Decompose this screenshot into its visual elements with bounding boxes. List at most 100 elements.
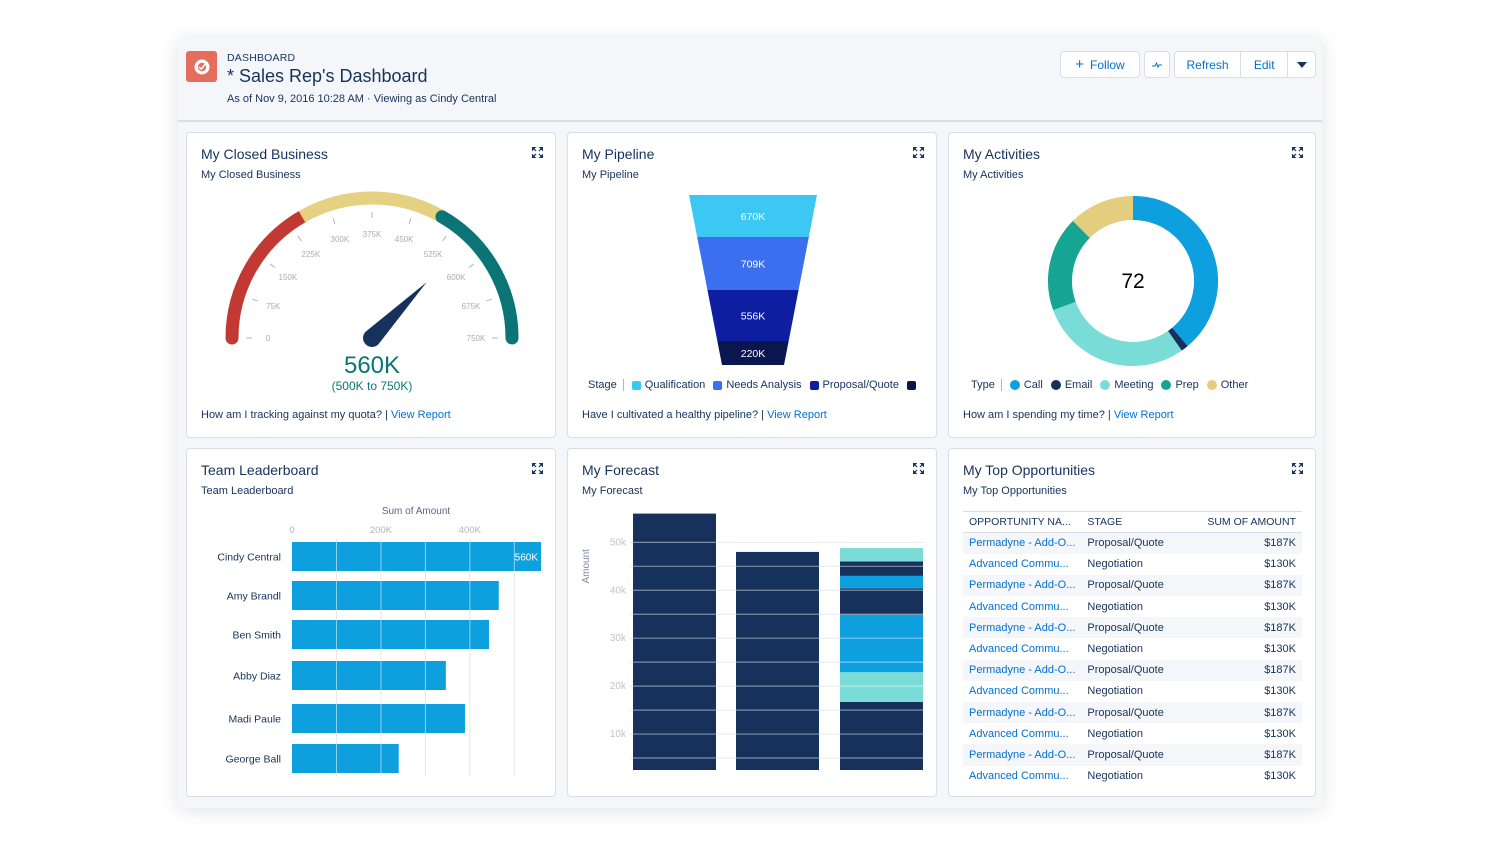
card-subtitle[interactable]: My Pipeline xyxy=(582,169,639,181)
view-report-link[interactable]: View Report xyxy=(1114,409,1174,421)
legend-item[interactable] xyxy=(906,380,916,390)
page-kicker: DASHBOARD xyxy=(227,52,296,64)
gauge-tick xyxy=(485,298,492,302)
y-category-label: Ben Smith xyxy=(233,630,282,642)
forecast-bar-segment[interactable] xyxy=(840,701,923,770)
legend-item[interactable]: Meeting xyxy=(1100,379,1153,391)
legend-swatch xyxy=(1206,380,1217,390)
view-report-link[interactable]: View Report xyxy=(391,409,451,421)
plus-icon: + xyxy=(1075,56,1085,73)
opportunity-name-link[interactable]: Advanced Commu... xyxy=(963,766,1081,787)
donut-slice[interactable] xyxy=(1048,220,1091,311)
leaderboard-bar[interactable] xyxy=(292,620,489,649)
y-category-label: Amy Brandl xyxy=(227,591,281,603)
view-report-link[interactable]: View Report xyxy=(767,409,827,421)
column-header-amount[interactable]: SUM OF AMOUNT xyxy=(1184,511,1302,533)
y-tick-label: 50k xyxy=(610,537,627,548)
expand-icon[interactable] xyxy=(1292,147,1303,158)
leaderboard-bar[interactable] xyxy=(292,744,399,773)
opportunity-name-link[interactable]: Permadyne - Add-O... xyxy=(963,744,1082,766)
card-subtitle[interactable]: My Forecast xyxy=(582,485,643,497)
forecast-bar-segment[interactable] xyxy=(736,551,819,770)
forecast-bar-segment[interactable] xyxy=(840,588,923,615)
opportunity-name-link[interactable]: Advanced Commu... xyxy=(963,554,1081,575)
x-axis-title: Sum of Amount xyxy=(382,506,451,517)
forecast-bar-segment[interactable] xyxy=(840,548,923,562)
legend-item[interactable]: Call xyxy=(1009,379,1043,391)
amount-cell: $130K xyxy=(1264,558,1296,571)
amount-cell: $187K xyxy=(1184,744,1302,766)
card-pipeline: My Pipeline My Pipeline 670K 709K 556K 220K… xyxy=(567,132,937,438)
card-subtitle[interactable]: My Top Opportunities xyxy=(963,485,1067,497)
gauge-needle xyxy=(363,282,427,347)
leaderboard-bar[interactable] xyxy=(292,581,499,610)
gauge-tick-label: 0 xyxy=(266,334,271,343)
card-subtitle[interactable]: My Closed Business xyxy=(201,169,301,181)
opportunity-name-link[interactable]: Advanced Commu... xyxy=(963,681,1081,702)
follow-label: Follow xyxy=(1090,57,1125,72)
table-row: Advanced Commu... Negotiation $130K xyxy=(963,681,1302,702)
expand-icon[interactable] xyxy=(913,147,924,158)
donut-center-value: 72 xyxy=(1121,270,1145,293)
expand-icon[interactable] xyxy=(1292,463,1303,474)
leaderboard-bar[interactable] xyxy=(292,704,465,733)
legend-swatch xyxy=(631,380,641,390)
funnel-segment-label: 220K xyxy=(741,348,766,360)
donut-slice[interactable] xyxy=(1053,301,1182,366)
legend-item[interactable]: Proposal/Quote xyxy=(809,379,899,391)
column-header-stage[interactable]: STAGE xyxy=(1081,511,1185,533)
gauge-tick-label: 675K xyxy=(462,302,481,311)
table-row: Permadyne - Add-O... Proposal/Quote $187K xyxy=(963,702,1302,724)
expand-icon[interactable] xyxy=(913,463,924,474)
amount-cell: $187K xyxy=(1184,617,1302,639)
dashboard-frame: DASHBOARD * Sales Rep's Dashboard As of … xyxy=(178,38,1322,808)
pulse-icon xyxy=(1152,61,1162,68)
forecast-bar-segment[interactable] xyxy=(840,575,923,589)
legend-item[interactable]: Email xyxy=(1050,379,1092,391)
table-row: Permadyne - Add-O... Proposal/Quote $187K xyxy=(963,574,1302,597)
leaderboard-bar[interactable] xyxy=(292,661,446,690)
opportunity-name-link[interactable]: Permadyne - Add-O... xyxy=(963,702,1082,724)
more-actions-button[interactable] xyxy=(1288,52,1315,77)
legend-item[interactable]: Qualification xyxy=(631,379,705,391)
card-subtitle[interactable]: Team Leaderboard xyxy=(201,485,293,497)
legend-label: Needs Analysis xyxy=(726,379,802,391)
forecast-bar-segment[interactable] xyxy=(840,614,923,673)
forecast-bar-segment[interactable] xyxy=(633,513,716,770)
edit-button[interactable]: Edit xyxy=(1241,52,1289,77)
stage-cell: Negotiation xyxy=(1087,685,1144,698)
gauge-tick xyxy=(442,235,447,242)
funnel-segment-label: 670K xyxy=(741,211,766,223)
gauge-tick-label: 450K xyxy=(395,235,414,244)
opportunity-name-link[interactable]: Permadyne - Add-O... xyxy=(963,659,1082,681)
forecast-bar-segment[interactable] xyxy=(840,561,923,576)
card-subtitle[interactable]: My Activities xyxy=(963,169,1024,181)
legend-swatch xyxy=(809,380,819,390)
opportunity-name-link[interactable]: Permadyne - Add-O... xyxy=(963,617,1082,639)
opportunity-name-link[interactable]: Permadyne - Add-O... xyxy=(963,574,1082,597)
donut-slice[interactable] xyxy=(1072,196,1134,239)
gauge-tick-label: 300K xyxy=(331,235,350,244)
activity-button[interactable] xyxy=(1144,51,1170,78)
opportunity-name-link[interactable]: Permadyne - Add-O... xyxy=(963,532,1082,554)
opportunity-name-link[interactable]: Advanced Commu... xyxy=(963,723,1081,744)
expand-icon[interactable] xyxy=(532,147,543,158)
column-header-opportunity[interactable]: OPPORTUNITY NA... xyxy=(963,511,1082,533)
gauge-tick xyxy=(332,218,336,225)
refresh-button[interactable]: Refresh xyxy=(1175,52,1242,77)
follow-button[interactable]: + Follow xyxy=(1060,51,1140,78)
stage-cell: Proposal/Quote xyxy=(1081,744,1185,766)
funnel-segment-label: 556K xyxy=(741,311,766,323)
legend-item[interactable]: Other xyxy=(1206,379,1248,391)
leaderboard-bar[interactable] xyxy=(292,542,541,571)
legend-item[interactable]: Needs Analysis xyxy=(713,379,802,391)
expand-icon[interactable] xyxy=(532,463,543,474)
forecast-bar-segment[interactable] xyxy=(840,672,923,702)
donut-slice[interactable] xyxy=(1167,327,1188,351)
opportunity-name-link[interactable]: Advanced Commu... xyxy=(963,638,1081,659)
opportunity-name-link[interactable]: Advanced Commu... xyxy=(963,596,1081,617)
gauge-tick-label: 225K xyxy=(302,250,321,259)
footer-question: Have I cultivated a healthy pipeline? | xyxy=(582,409,765,421)
legend-item[interactable]: Prep xyxy=(1161,379,1199,391)
footer-question: How am I tracking against my quota? | xyxy=(201,409,388,421)
